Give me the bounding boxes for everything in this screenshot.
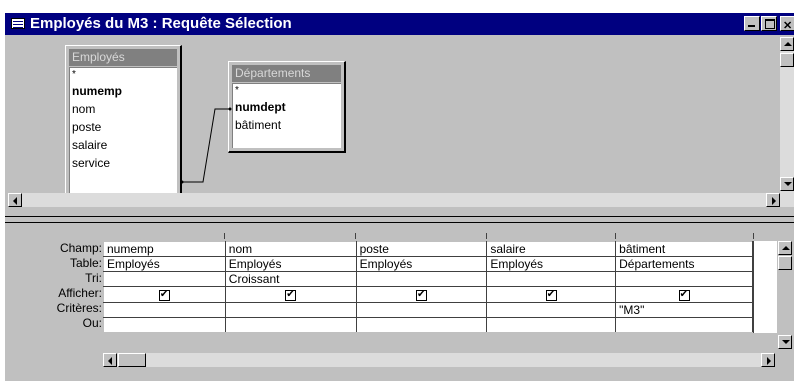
grid-scroll-left-arrow-icon[interactable] [103, 353, 117, 367]
grid-cell-table[interactable]: Départements [615, 256, 753, 273]
grid-scroll-up-arrow-icon[interactable] [778, 241, 792, 255]
scroll-right-arrow-icon[interactable] [766, 193, 780, 207]
grid-row-labels: Champ: Table: Tri: Afficher: Critères: O… [5, 241, 102, 331]
grid-cell-champ[interactable]: numemp [103, 240, 226, 258]
grid-cell-tri[interactable] [355, 271, 488, 288]
grid-cell-table[interactable]: Employés [355, 256, 488, 273]
grid-cell-afficher[interactable] [355, 286, 488, 303]
grid-cell-criteres[interactable] [486, 301, 617, 318]
join-line[interactable] [8, 37, 780, 207]
grid-cell-ou[interactable] [486, 316, 617, 334]
grid-hscroll[interactable] [103, 353, 775, 367]
show-checkbox[interactable] [415, 288, 427, 301]
grid-vscroll-thumb[interactable] [778, 256, 792, 270]
row-label-champ: Champ: [59, 241, 102, 255]
row-label-afficher: Afficher: [58, 286, 102, 300]
grid-cell-table[interactable]: Employés [224, 256, 357, 273]
grid-cell-criteres[interactable] [355, 301, 488, 318]
grid-cell-afficher[interactable] [486, 286, 617, 303]
scroll-thumb[interactable] [780, 53, 794, 67]
scroll-up-arrow-icon[interactable] [780, 37, 794, 51]
row-label-criteres: Critères: [56, 301, 102, 315]
grid-cell-ou[interactable] [615, 316, 753, 334]
window-title: Employés du M3 : Requête Sélection [30, 15, 292, 32]
show-checkbox[interactable] [545, 288, 557, 301]
grid-cell-afficher[interactable] [224, 286, 357, 303]
pane-splitter[interactable] [5, 216, 794, 223]
scroll-down-arrow-icon[interactable] [780, 177, 794, 191]
grid-cell-tri[interactable]: Croissant [224, 271, 357, 288]
column-selectors[interactable] [103, 233, 754, 240]
table-pane: Employés * numemp nom poste salaire serv… [8, 37, 780, 207]
table-pane-vscroll[interactable] [780, 37, 794, 207]
query-window-icon[interactable] [11, 18, 25, 29]
query-design-grid: numemp nom poste salaire bâtiment Employ… [103, 240, 753, 334]
grid-cell-criteres[interactable]: "M3" [615, 301, 753, 318]
grid-cell-champ[interactable]: poste [355, 240, 488, 258]
row-label-ou: Ou: [82, 316, 102, 330]
grid-empty-column[interactable] [753, 241, 777, 333]
row-label-tri: Tri: [85, 271, 102, 285]
grid-cell-tri[interactable] [486, 271, 617, 288]
grid-cell-ou[interactable] [355, 316, 488, 334]
scroll-left-arrow-icon[interactable] [8, 193, 22, 207]
maximize-button[interactable] [761, 16, 777, 31]
grid-cell-ou[interactable] [103, 316, 226, 334]
query-window: Employés du M3 : Requête Sélection Emplo… [4, 12, 794, 381]
title-bar[interactable]: Employés du M3 : Requête Sélection [5, 13, 794, 37]
table-pane-hscroll[interactable] [8, 193, 780, 207]
show-checkbox[interactable] [285, 288, 297, 301]
grid-scroll-right-arrow-icon[interactable] [761, 353, 775, 367]
grid-cell-ou[interactable] [224, 316, 357, 334]
grid-cell-tri[interactable] [615, 271, 753, 288]
grid-cell-champ[interactable]: nom [224, 240, 357, 258]
show-checkbox[interactable] [158, 288, 170, 301]
grid-cell-champ[interactable]: salaire [486, 240, 617, 258]
minimize-button[interactable] [744, 16, 760, 31]
grid-hscroll-thumb[interactable] [118, 353, 146, 367]
grid-cell-afficher[interactable] [615, 286, 753, 303]
grid-cell-criteres[interactable] [224, 301, 357, 318]
row-label-table: Table: [69, 256, 102, 270]
design-grid-pane: Champ: Table: Tri: Afficher: Critères: O… [5, 225, 794, 381]
grid-cell-tri[interactable] [103, 271, 226, 288]
grid-cell-criteres[interactable] [103, 301, 226, 318]
close-button[interactable] [780, 15, 794, 37]
grid-cell-table[interactable]: Employés [486, 256, 617, 273]
grid-scroll-down-arrow-icon[interactable] [778, 335, 792, 349]
grid-cell-afficher[interactable] [103, 286, 226, 303]
show-checkbox[interactable] [678, 288, 690, 301]
grid-cell-table[interactable]: Employés [103, 256, 226, 273]
grid-cell-champ[interactable]: bâtiment [615, 240, 753, 258]
